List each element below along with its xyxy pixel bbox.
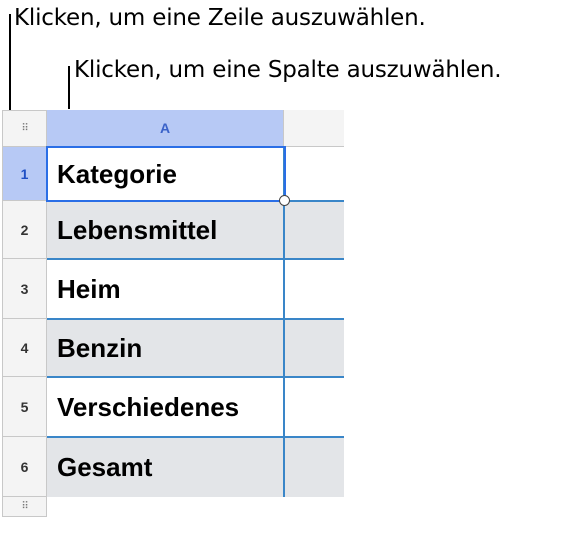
column-header-a[interactable]: A xyxy=(47,110,284,147)
grid-line xyxy=(47,376,344,378)
add-row-handle[interactable]: ⠿ xyxy=(2,497,47,517)
row-number: 3 xyxy=(20,280,29,297)
row-header-2[interactable]: 2 xyxy=(2,201,47,259)
row-callout-leader xyxy=(9,14,11,120)
cell-value: Verschiedenes xyxy=(57,391,240,422)
row-header-3[interactable]: 3 xyxy=(2,259,47,319)
cell-value: Lebensmittel xyxy=(57,214,218,245)
cell-value: Gesamt xyxy=(57,451,153,482)
row-header-6[interactable]: 6 xyxy=(2,437,47,497)
selected-cell-outline xyxy=(46,146,286,202)
row-number: 2 xyxy=(20,221,29,238)
row-header-1[interactable]: 1 xyxy=(2,147,47,201)
table-select-corner[interactable]: ⠿ xyxy=(2,110,47,147)
cell-b1[interactable] xyxy=(285,147,344,201)
cell-a2[interactable]: Lebensmittel xyxy=(47,201,284,259)
cell-a3[interactable]: Heim xyxy=(47,259,284,319)
cell-b3[interactable] xyxy=(285,259,344,319)
cell-value: Heim xyxy=(57,273,121,304)
grid-line xyxy=(47,436,344,438)
grid-line xyxy=(47,258,344,260)
resize-handle[interactable] xyxy=(279,195,290,206)
row-number: 4 xyxy=(20,339,29,356)
grid-line xyxy=(47,318,344,320)
grip-dots-icon: ⠿ xyxy=(21,122,28,134)
column-header-label: A xyxy=(159,120,171,136)
cell-a5[interactable]: Verschiedenes xyxy=(47,377,284,437)
row-header-5[interactable]: 5 xyxy=(2,377,47,437)
grip-dots-icon: ⠿ xyxy=(21,500,28,512)
row-number: 1 xyxy=(20,165,29,182)
cell-a4[interactable]: Benzin xyxy=(47,319,284,377)
cell-b6[interactable] xyxy=(285,437,344,497)
column-header-b[interactable] xyxy=(284,110,344,147)
column-callout-leader xyxy=(68,66,70,109)
row-header-4[interactable]: 4 xyxy=(2,319,47,377)
row-select-callout: Klicken, um eine Zeile auszuwählen. xyxy=(14,5,426,31)
column-select-callout: Klicken, um eine Spalte auszuwählen. xyxy=(74,57,502,83)
row-number: 5 xyxy=(20,398,29,415)
cell-b2[interactable] xyxy=(285,201,344,259)
row-number: 6 xyxy=(20,458,29,475)
cell-value: Benzin xyxy=(57,332,143,363)
cell-b4[interactable] xyxy=(285,319,344,377)
cell-b5[interactable] xyxy=(285,377,344,437)
cell-a6[interactable]: Gesamt xyxy=(47,437,284,497)
